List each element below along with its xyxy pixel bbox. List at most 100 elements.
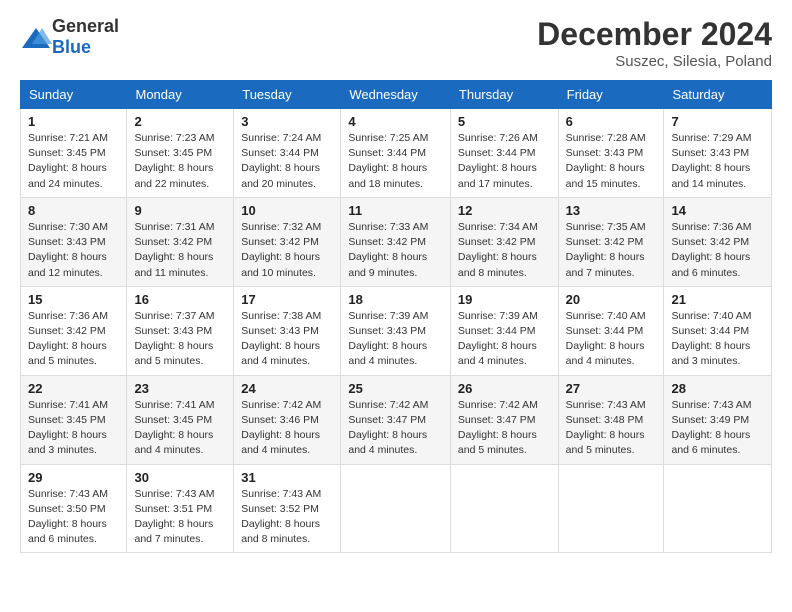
calendar-cell: [664, 464, 772, 553]
day-info: Sunrise: 7:30 AM Sunset: 3:43 PM Dayligh…: [28, 220, 119, 281]
calendar-cell: 20 Sunrise: 7:40 AM Sunset: 3:44 PM Dayl…: [558, 286, 664, 375]
calendar-cell: 18 Sunrise: 7:39 AM Sunset: 3:43 PM Dayl…: [341, 286, 451, 375]
day-info: Sunrise: 7:41 AM Sunset: 3:45 PM Dayligh…: [134, 398, 226, 459]
day-info: Sunrise: 7:42 AM Sunset: 3:47 PM Dayligh…: [348, 398, 443, 459]
day-number: 9: [134, 203, 226, 218]
calendar-cell: 12 Sunrise: 7:34 AM Sunset: 3:42 PM Dayl…: [450, 197, 558, 286]
day-info: Sunrise: 7:39 AM Sunset: 3:44 PM Dayligh…: [458, 309, 551, 370]
day-number: 23: [134, 381, 226, 396]
calendar-cell: 6 Sunrise: 7:28 AM Sunset: 3:43 PM Dayli…: [558, 109, 664, 198]
day-info: Sunrise: 7:34 AM Sunset: 3:42 PM Dayligh…: [458, 220, 551, 281]
column-header-monday: Monday: [127, 81, 234, 109]
day-info: Sunrise: 7:23 AM Sunset: 3:45 PM Dayligh…: [134, 131, 226, 192]
day-number: 7: [671, 114, 764, 129]
calendar-cell: 24 Sunrise: 7:42 AM Sunset: 3:46 PM Dayl…: [234, 375, 341, 464]
day-number: 4: [348, 114, 443, 129]
column-header-saturday: Saturday: [664, 81, 772, 109]
day-info: Sunrise: 7:43 AM Sunset: 3:52 PM Dayligh…: [241, 487, 333, 548]
logo-icon: [20, 26, 48, 48]
day-info: Sunrise: 7:31 AM Sunset: 3:42 PM Dayligh…: [134, 220, 226, 281]
day-number: 18: [348, 292, 443, 307]
calendar-cell: 10 Sunrise: 7:32 AM Sunset: 3:42 PM Dayl…: [234, 197, 341, 286]
day-number: 16: [134, 292, 226, 307]
calendar-cell: 16 Sunrise: 7:37 AM Sunset: 3:43 PM Dayl…: [127, 286, 234, 375]
calendar-cell: 9 Sunrise: 7:31 AM Sunset: 3:42 PM Dayli…: [127, 197, 234, 286]
calendar-cell: 17 Sunrise: 7:38 AM Sunset: 3:43 PM Dayl…: [234, 286, 341, 375]
day-number: 24: [241, 381, 333, 396]
calendar-week-row: 29 Sunrise: 7:43 AM Sunset: 3:50 PM Dayl…: [21, 464, 772, 553]
calendar-table: SundayMondayTuesdayWednesdayThursdayFrid…: [20, 80, 772, 553]
calendar-cell: 21 Sunrise: 7:40 AM Sunset: 3:44 PM Dayl…: [664, 286, 772, 375]
calendar-cell: 4 Sunrise: 7:25 AM Sunset: 3:44 PM Dayli…: [341, 109, 451, 198]
calendar-cell: 14 Sunrise: 7:36 AM Sunset: 3:42 PM Dayl…: [664, 197, 772, 286]
day-number: 15: [28, 292, 119, 307]
day-number: 1: [28, 114, 119, 129]
calendar-cell: 11 Sunrise: 7:33 AM Sunset: 3:42 PM Dayl…: [341, 197, 451, 286]
day-number: 3: [241, 114, 333, 129]
day-number: 21: [671, 292, 764, 307]
day-number: 10: [241, 203, 333, 218]
day-info: Sunrise: 7:35 AM Sunset: 3:42 PM Dayligh…: [566, 220, 657, 281]
calendar-cell: 8 Sunrise: 7:30 AM Sunset: 3:43 PM Dayli…: [21, 197, 127, 286]
day-number: 30: [134, 470, 226, 485]
day-info: Sunrise: 7:43 AM Sunset: 3:50 PM Dayligh…: [28, 487, 119, 548]
day-info: Sunrise: 7:21 AM Sunset: 3:45 PM Dayligh…: [28, 131, 119, 192]
day-info: Sunrise: 7:43 AM Sunset: 3:49 PM Dayligh…: [671, 398, 764, 459]
calendar-cell: 22 Sunrise: 7:41 AM Sunset: 3:45 PM Dayl…: [21, 375, 127, 464]
day-info: Sunrise: 7:42 AM Sunset: 3:47 PM Dayligh…: [458, 398, 551, 459]
day-number: 28: [671, 381, 764, 396]
calendar-cell: 27 Sunrise: 7:43 AM Sunset: 3:48 PM Dayl…: [558, 375, 664, 464]
header: General Blue December 2024 Suszec, Siles…: [20, 16, 772, 70]
day-number: 13: [566, 203, 657, 218]
day-number: 2: [134, 114, 226, 129]
column-header-tuesday: Tuesday: [234, 81, 341, 109]
day-info: Sunrise: 7:39 AM Sunset: 3:43 PM Dayligh…: [348, 309, 443, 370]
title-block: December 2024 Suszec, Silesia, Poland: [537, 16, 772, 70]
calendar-header-row: SundayMondayTuesdayWednesdayThursdayFrid…: [21, 81, 772, 109]
calendar-cell: 29 Sunrise: 7:43 AM Sunset: 3:50 PM Dayl…: [21, 464, 127, 553]
calendar-cell: 1 Sunrise: 7:21 AM Sunset: 3:45 PM Dayli…: [21, 109, 127, 198]
day-number: 17: [241, 292, 333, 307]
month-title: December 2024: [537, 16, 772, 53]
day-number: 29: [28, 470, 119, 485]
day-number: 8: [28, 203, 119, 218]
column-header-sunday: Sunday: [21, 81, 127, 109]
calendar-cell: [341, 464, 451, 553]
logo: General Blue: [20, 16, 119, 58]
day-number: 20: [566, 292, 657, 307]
calendar-week-row: 8 Sunrise: 7:30 AM Sunset: 3:43 PM Dayli…: [21, 197, 772, 286]
day-info: Sunrise: 7:42 AM Sunset: 3:46 PM Dayligh…: [241, 398, 333, 459]
day-number: 12: [458, 203, 551, 218]
calendar-cell: 25 Sunrise: 7:42 AM Sunset: 3:47 PM Dayl…: [341, 375, 451, 464]
calendar-cell: [450, 464, 558, 553]
day-number: 5: [458, 114, 551, 129]
column-header-wednesday: Wednesday: [341, 81, 451, 109]
calendar-cell: 7 Sunrise: 7:29 AM Sunset: 3:43 PM Dayli…: [664, 109, 772, 198]
calendar-cell: 5 Sunrise: 7:26 AM Sunset: 3:44 PM Dayli…: [450, 109, 558, 198]
logo-general: General: [52, 16, 119, 36]
logo-blue: Blue: [52, 37, 91, 57]
calendar-week-row: 15 Sunrise: 7:36 AM Sunset: 3:42 PM Dayl…: [21, 286, 772, 375]
day-number: 27: [566, 381, 657, 396]
calendar-cell: 15 Sunrise: 7:36 AM Sunset: 3:42 PM Dayl…: [21, 286, 127, 375]
column-header-friday: Friday: [558, 81, 664, 109]
calendar-cell: 30 Sunrise: 7:43 AM Sunset: 3:51 PM Dayl…: [127, 464, 234, 553]
day-info: Sunrise: 7:40 AM Sunset: 3:44 PM Dayligh…: [671, 309, 764, 370]
day-number: 6: [566, 114, 657, 129]
day-info: Sunrise: 7:26 AM Sunset: 3:44 PM Dayligh…: [458, 131, 551, 192]
logo-text: General Blue: [52, 16, 119, 58]
day-number: 19: [458, 292, 551, 307]
calendar-cell: 26 Sunrise: 7:42 AM Sunset: 3:47 PM Dayl…: [450, 375, 558, 464]
day-info: Sunrise: 7:36 AM Sunset: 3:42 PM Dayligh…: [28, 309, 119, 370]
day-number: 11: [348, 203, 443, 218]
calendar-week-row: 1 Sunrise: 7:21 AM Sunset: 3:45 PM Dayli…: [21, 109, 772, 198]
day-number: 22: [28, 381, 119, 396]
day-number: 14: [671, 203, 764, 218]
day-info: Sunrise: 7:41 AM Sunset: 3:45 PM Dayligh…: [28, 398, 119, 459]
day-info: Sunrise: 7:43 AM Sunset: 3:51 PM Dayligh…: [134, 487, 226, 548]
day-number: 26: [458, 381, 551, 396]
day-info: Sunrise: 7:37 AM Sunset: 3:43 PM Dayligh…: [134, 309, 226, 370]
calendar-week-row: 22 Sunrise: 7:41 AM Sunset: 3:45 PM Dayl…: [21, 375, 772, 464]
day-info: Sunrise: 7:40 AM Sunset: 3:44 PM Dayligh…: [566, 309, 657, 370]
day-info: Sunrise: 7:33 AM Sunset: 3:42 PM Dayligh…: [348, 220, 443, 281]
